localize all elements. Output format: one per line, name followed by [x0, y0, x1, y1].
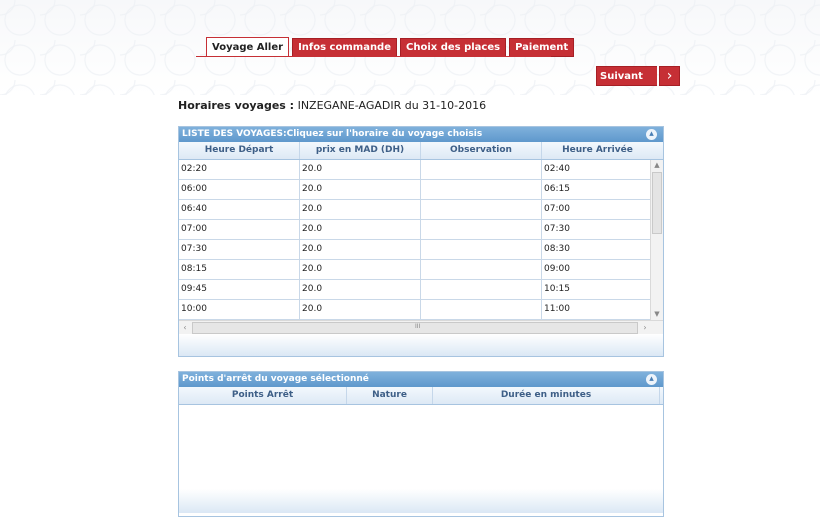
cell-arrivee: 07:00: [544, 204, 570, 214]
schedule-label: Horaires voyages :: [178, 99, 295, 112]
trips-panel: LISTE DES VOYAGES:Cliquez sur l'horaire …: [178, 126, 664, 357]
cell-arrivee: 06:15: [544, 184, 570, 194]
cell-prix: 20.0: [300, 240, 421, 259]
table-row[interactable]: 08:15 20.0 09:00: [179, 260, 663, 280]
scroll-down-icon[interactable]: ▼: [651, 309, 663, 320]
col-prix[interactable]: prix en MAD (DH): [300, 142, 421, 159]
cell-prix: 20.0: [300, 200, 421, 219]
chevron-right-icon: ›: [659, 66, 680, 86]
stops-panel-footer: [179, 489, 663, 513]
wizard-tabs: Voyage Aller Infos commande Choix des pl…: [206, 37, 575, 57]
tab-paiement[interactable]: Paiement: [509, 38, 575, 57]
collapse-icon[interactable]: ▴: [646, 129, 657, 140]
cell-arrivee: 10:15: [544, 284, 570, 294]
trips-panel-header: LISTE DES VOYAGES:Cliquez sur l'horaire …: [179, 127, 663, 142]
trips-table-body: 02:20 20.0 02:40 06:00 20.0 06:15 06:40 …: [179, 160, 663, 320]
stops-panel-header: Points d'arrêt du voyage sélectionné ▴: [179, 372, 663, 387]
cell-observation: [421, 300, 542, 319]
trips-panel-title: LISTE DES VOYAGES:Cliquez sur l'horaire …: [182, 129, 483, 139]
horizontal-scroll-thumb[interactable]: III: [192, 322, 638, 334]
trips-table-header: Heure Départ prix en MAD (DH) Observatio…: [179, 142, 663, 160]
cell-depart: 07:30: [179, 240, 300, 259]
cell-observation: [421, 180, 542, 199]
cell-observation: [421, 260, 542, 279]
cell-observation: [421, 200, 542, 219]
schedule-route: INZEGANE-AGADIR du 31-10-2016: [294, 99, 487, 112]
table-row[interactable]: 10:00 20.0 11:00: [179, 300, 663, 320]
cell-arrivee: 08:30: [544, 244, 570, 254]
scroll-thumb[interactable]: [652, 172, 662, 234]
col-observation[interactable]: Observation: [421, 142, 542, 159]
horizontal-scrollbar[interactable]: ‹ III ›: [179, 320, 663, 334]
cell-arrivee: 07:30: [544, 224, 570, 234]
stops-table-header: Points Arrêt Nature Durée en minutes: [179, 387, 663, 405]
table-row[interactable]: 07:00 20.0 07:30: [179, 220, 663, 240]
stops-table-body: [179, 405, 663, 489]
cell-prix: 20.0: [300, 220, 421, 239]
next-button[interactable]: Suivant ›: [596, 66, 680, 86]
table-row[interactable]: 02:20 20.0 02:40: [179, 160, 663, 180]
table-row[interactable]: 06:00 20.0 06:15: [179, 180, 663, 200]
cell-depart: 08:15: [179, 260, 300, 279]
cell-prix: 20.0: [300, 300, 421, 319]
scroll-left-icon[interactable]: ‹: [179, 321, 191, 334]
page-title: Horaires voyages : INZEGANE-AGADIR du 31…: [178, 99, 486, 112]
cell-prix: 20.0: [300, 180, 421, 199]
table-row[interactable]: 07:30 20.0 08:30: [179, 240, 663, 260]
stops-panel-title: Points d'arrêt du voyage sélectionné: [182, 374, 369, 384]
cell-depart: 09:45: [179, 280, 300, 299]
cell-observation: [421, 240, 542, 259]
trips-panel-footer: [179, 334, 663, 356]
cell-depart: 02:20: [179, 160, 300, 179]
col-duree[interactable]: Durée en minutes: [433, 387, 660, 404]
scroll-up-icon[interactable]: ▲: [651, 160, 663, 171]
cell-arrivee: 11:00: [544, 304, 570, 314]
col-heure-arrivee[interactable]: Heure Arrivée: [542, 142, 653, 159]
cell-arrivee: 09:00: [544, 264, 570, 274]
tab-underline: [196, 56, 551, 57]
cell-depart: 06:00: [179, 180, 300, 199]
tab-voyage-aller[interactable]: Voyage Aller: [206, 37, 290, 57]
tab-choix-des-places[interactable]: Choix des places: [400, 38, 507, 57]
col-heure-depart[interactable]: Heure Départ: [179, 142, 300, 159]
cell-observation: [421, 160, 542, 179]
vertical-scrollbar[interactable]: ▲ ▼: [650, 160, 663, 320]
cell-prix: 20.0: [300, 260, 421, 279]
table-row[interactable]: 09:45 20.0 10:15: [179, 280, 663, 300]
cell-prix: 20.0: [300, 160, 421, 179]
cell-observation: [421, 220, 542, 239]
table-row[interactable]: 06:40 20.0 07:00: [179, 200, 663, 220]
cell-depart: 10:00: [179, 300, 300, 319]
cell-depart: 07:00: [179, 220, 300, 239]
collapse-icon[interactable]: ▴: [646, 374, 657, 385]
col-nature[interactable]: Nature: [347, 387, 433, 404]
cell-prix: 20.0: [300, 280, 421, 299]
grip-icon: III: [415, 323, 421, 330]
tab-infos-commande[interactable]: Infos commande: [292, 38, 398, 57]
cell-observation: [421, 280, 542, 299]
next-button-label: Suivant: [596, 66, 657, 86]
cell-depart: 06:40: [179, 200, 300, 219]
cell-arrivee: 02:40: [544, 164, 570, 174]
col-points-arret[interactable]: Points Arrêt: [179, 387, 347, 404]
scroll-right-icon[interactable]: ›: [639, 321, 651, 334]
stops-panel: Points d'arrêt du voyage sélectionné ▴ P…: [178, 371, 664, 517]
